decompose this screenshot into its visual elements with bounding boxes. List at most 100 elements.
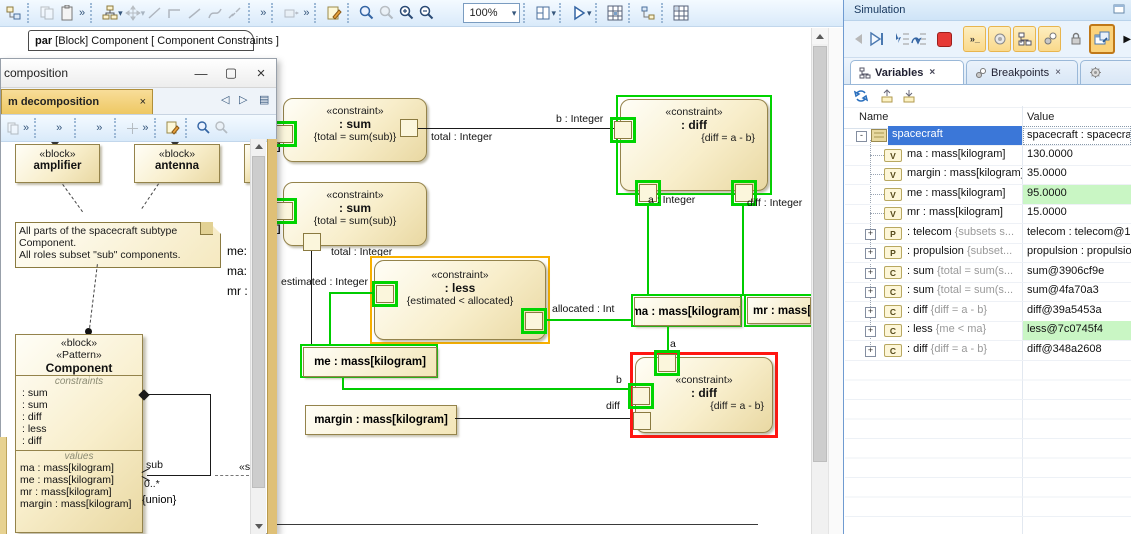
association-line[interactable] xyxy=(210,394,211,476)
row-name[interactable]: : sum {total = sum(s... xyxy=(907,265,1022,277)
nav-forward-icon[interactable]: ▷ xyxy=(239,93,247,106)
tab-partial[interactable] xyxy=(1080,60,1131,84)
table-row[interactable]: + C : diff {diff = a - b} diff@348a2608 xyxy=(845,341,1131,361)
expand-toggle[interactable]: + xyxy=(865,229,876,240)
association-line[interactable] xyxy=(147,475,211,476)
row-name[interactable]: ma : mass[kilogram] xyxy=(907,148,1022,160)
port-b-highlighted[interactable] xyxy=(610,117,636,143)
connector-estimated-v[interactable] xyxy=(329,292,331,346)
row-name[interactable]: : telecom {subsets s... xyxy=(907,226,1022,238)
run-button[interactable] xyxy=(867,29,884,49)
row-name[interactable]: me : mass[kilogram] xyxy=(907,187,1022,199)
block-component[interactable]: «block» «Pattern» Component constraints … xyxy=(15,334,143,533)
toolbar-overflow-icon[interactable]: ▶ xyxy=(1123,34,1131,45)
row-name[interactable]: mr : mass[kilogram] xyxy=(907,206,1022,218)
terminate-button[interactable] xyxy=(936,29,953,49)
row-value-cell-highlighted[interactable]: 95.0000 xyxy=(1023,185,1131,204)
table-row[interactable]: V ma : mass[kilogram] 130.0000 xyxy=(845,146,1131,166)
toggle-breakpoints-button[interactable] xyxy=(1038,26,1061,52)
port-b2-highlighted[interactable] xyxy=(628,383,654,409)
tab-close-icon[interactable]: × xyxy=(134,96,152,108)
row-name[interactable]: : diff {diff = a - b} xyxy=(907,304,1022,316)
port-total[interactable] xyxy=(303,233,321,251)
row-value-cell[interactable]: diff@39a5453a xyxy=(1027,304,1131,316)
part-me[interactable]: me : mass[kilogram] xyxy=(303,347,437,377)
row-name[interactable]: margin : mass[kilogram] xyxy=(907,167,1022,179)
connector-margin-diff[interactable] xyxy=(455,418,633,419)
row-value-cell[interactable]: diff@348a2608 xyxy=(1027,343,1131,355)
row-value-cell[interactable]: propulsion : propulsion xyxy=(1027,245,1131,257)
connector-allocated-ma[interactable] xyxy=(547,319,633,321)
row-value-cell[interactable]: 130.0000 xyxy=(1027,148,1131,160)
refresh-icon[interactable] xyxy=(852,87,870,105)
port-estimated-highlighted[interactable] xyxy=(372,281,398,307)
row-value-cell[interactable]: sum@3906cf9e xyxy=(1027,265,1131,277)
lock-icon[interactable] xyxy=(1067,29,1084,49)
matrix-icon[interactable] xyxy=(671,3,691,23)
table-row[interactable]: + P : propulsion {subset... propulsion :… xyxy=(845,243,1131,263)
column-header-name[interactable]: Name xyxy=(859,111,888,123)
note-edit-icon[interactable] xyxy=(164,118,182,138)
expand-toggle[interactable]: + xyxy=(865,268,876,279)
connector-total[interactable] xyxy=(311,251,312,346)
minimize-button[interactable]: — xyxy=(186,66,216,81)
overflow-chevron-icon[interactable]: » xyxy=(140,122,150,134)
overflow-chevron-icon[interactable]: » xyxy=(77,7,87,19)
constraint-item[interactable]: : sum xyxy=(16,399,142,411)
tab-close-icon[interactable]: × xyxy=(1055,67,1061,78)
expand-toggle[interactable]: + xyxy=(865,326,876,337)
table-row[interactable]: + C : diff {diff = a - b} diff@39a5453a xyxy=(845,302,1131,322)
constraint-item[interactable]: : sum xyxy=(16,387,142,399)
toggle-animation-button[interactable] xyxy=(988,26,1011,52)
dropdown-caret-icon[interactable]: ▾ xyxy=(551,8,556,19)
connector-me-b[interactable] xyxy=(342,388,634,390)
scroll-down-button[interactable] xyxy=(251,519,266,534)
port-allocated-highlighted[interactable] xyxy=(521,308,547,334)
table-row[interactable]: + C : sum {total = sum(s... sum@3906cf9e xyxy=(845,263,1131,283)
row-value-cell[interactable]: spacecraft : spacecraf xyxy=(1023,126,1131,145)
canvas-vertical-scrollbar[interactable] xyxy=(811,28,828,534)
expand-toggle[interactable]: + xyxy=(865,346,876,357)
simulation-header[interactable]: Simulation xyxy=(844,0,1131,21)
scrollbar-thumb[interactable] xyxy=(813,46,827,462)
part-margin[interactable]: margin : mass[kilogram] xyxy=(305,405,457,435)
value-item[interactable]: margin : mass[kilogram] xyxy=(16,498,142,510)
overflow-chevron-icon[interactable]: » xyxy=(21,122,31,134)
toggle-variables-button[interactable] xyxy=(1013,26,1036,52)
zoom-in-icon[interactable] xyxy=(397,3,417,23)
zoom-out-icon[interactable] xyxy=(417,3,437,23)
overflow-chevron-icon[interactable]: » xyxy=(54,122,64,134)
detach-window-button[interactable] xyxy=(1089,24,1116,54)
table-row[interactable]: V mr : mass[kilogram] 15.0000 xyxy=(845,204,1131,224)
row-value-cell[interactable]: 15.0000 xyxy=(1027,206,1131,218)
step-over-button[interactable] xyxy=(910,29,927,49)
tab-close-icon[interactable]: × xyxy=(929,67,935,78)
connector-a-ma[interactable] xyxy=(647,206,649,296)
expand-toggle[interactable]: + xyxy=(865,307,876,318)
row-name-selected[interactable]: spacecraft xyxy=(888,126,1022,145)
scroll-up-button[interactable] xyxy=(812,28,828,44)
nav-back-icon[interactable]: ◁ xyxy=(221,93,229,106)
note-edit-icon[interactable] xyxy=(324,3,344,23)
constraint-item[interactable]: : diff xyxy=(16,435,142,447)
structure-map-icon[interactable] xyxy=(638,3,658,23)
table-row[interactable]: + P : telecom {subsets s... telecom : te… xyxy=(845,224,1131,244)
block-antenna[interactable]: «block» antenna xyxy=(134,144,220,183)
zoom-combobox[interactable]: 100%▾ xyxy=(463,3,520,23)
tab-breakpoints[interactable]: Breakpoints × xyxy=(966,60,1078,84)
column-header-value[interactable]: Value xyxy=(1027,111,1054,123)
step-into-button[interactable] xyxy=(893,29,910,49)
table-row[interactable]: V me : mass[kilogram] 95.0000 xyxy=(845,185,1131,205)
block-amplifier[interactable]: «block» amplifier xyxy=(15,144,100,183)
table-row[interactable]: V margin : mass[kilogram] 35.0000 xyxy=(845,165,1131,185)
maximize-button[interactable]: ▢ xyxy=(216,65,246,81)
table-row[interactable]: - spacecraft spacecraft : spacecraf xyxy=(845,126,1131,146)
close-button[interactable]: × xyxy=(246,65,276,82)
row-value-cell[interactable]: sum@4fa70a3 xyxy=(1027,284,1131,296)
expand-toggle[interactable]: - xyxy=(856,131,867,142)
row-value-cell-highlighted[interactable]: less@7c0745f4 xyxy=(1023,321,1131,340)
decomposition-canvas[interactable]: «block» amplifier «block» antenna All pa… xyxy=(1,142,250,534)
window-layout-icon[interactable] xyxy=(533,3,553,23)
overflow-chevron-icon[interactable]: » xyxy=(301,7,311,19)
overflow-chevron-icon[interactable]: » xyxy=(258,7,268,19)
